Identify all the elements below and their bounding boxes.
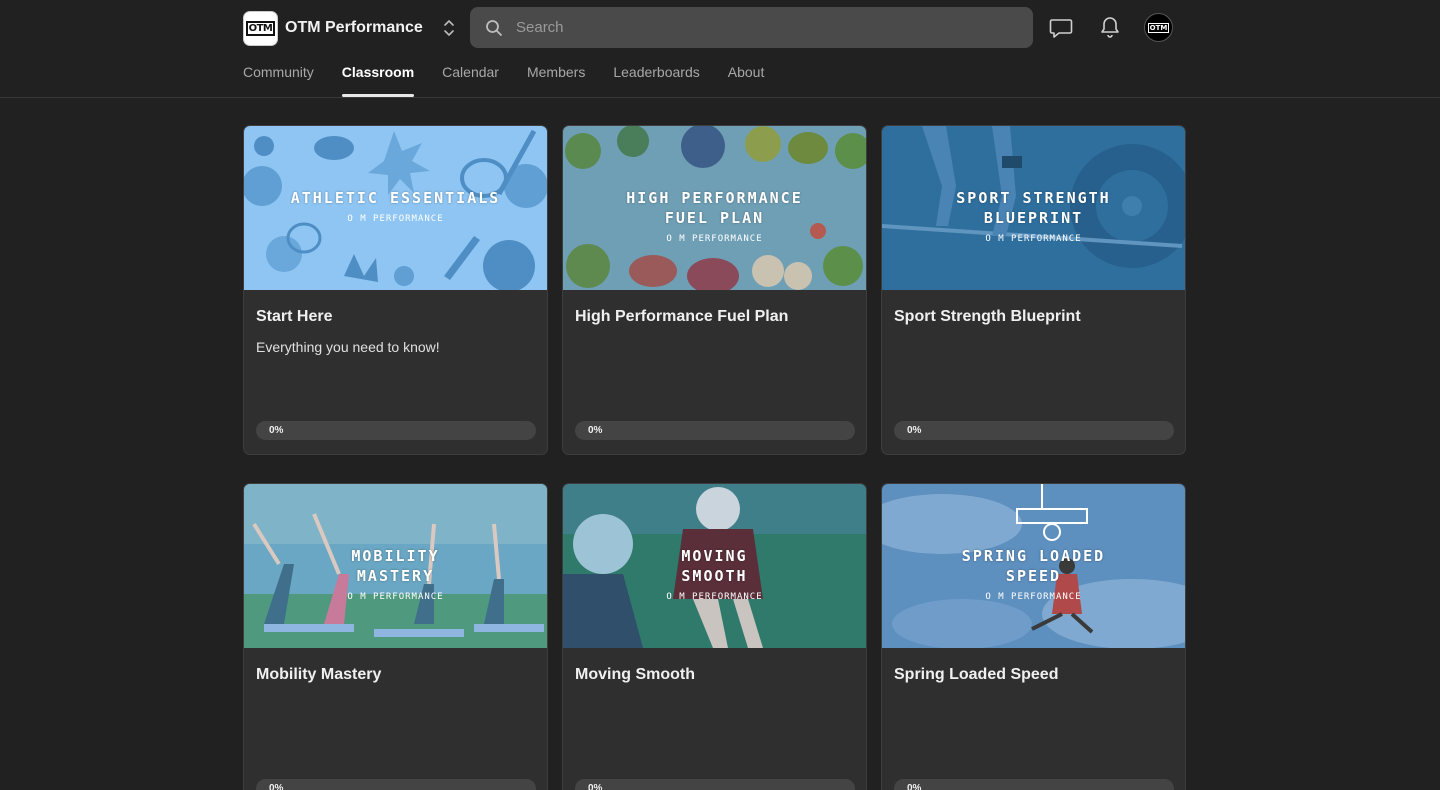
course-cover: Spring Loaded Speed O M Performance (882, 484, 1185, 648)
cover-title: Spring Loaded Speed (961, 547, 1106, 585)
course-description: Everything you need to know! (256, 339, 440, 355)
top-header: OTM OTM Performance OTM Community Classr… (0, 0, 1440, 98)
tab-about[interactable]: About (728, 62, 765, 98)
cover-title: High Performance Fuel Plan (626, 189, 803, 227)
course-title[interactable]: Spring Loaded Speed (894, 666, 1058, 684)
cover-text: Sport Strength Blueprint O M Performance (882, 188, 1185, 244)
cover-text: Spring Loaded Speed O M Performance (882, 546, 1185, 602)
cover-text: High Performance Fuel Plan O M Performan… (563, 188, 866, 244)
course-cover: Sport Strength Blueprint O M Performance (882, 126, 1185, 290)
tab-calendar[interactable]: Calendar (442, 62, 499, 98)
bell-icon[interactable] (1097, 14, 1123, 40)
progress-label: 0% (588, 425, 603, 436)
cover-title: Athletic Essentials (290, 189, 501, 207)
course-cover: Moving Smooth O M Performance (563, 484, 866, 648)
cover-subtitle: O M Performance (666, 234, 763, 244)
course-title[interactable]: Start Here (256, 308, 332, 326)
course-cover: Athletic Essentials O M Performance (244, 126, 547, 290)
cover-title: Moving Smooth (681, 547, 748, 585)
course-card[interactable]: Moving Smooth O M Performance Moving Smo… (562, 483, 867, 790)
search-icon (486, 19, 502, 36)
progress-bar: 0% (894, 779, 1174, 790)
course-card[interactable]: Athletic Essentials O M Performance Star… (243, 125, 548, 455)
community-name[interactable]: OTM Performance (285, 19, 423, 37)
course-title[interactable]: High Performance Fuel Plan (575, 308, 788, 326)
tab-classroom[interactable]: Classroom (341, 62, 415, 98)
progress-bar: 0% (256, 421, 536, 440)
progress-bar: 0% (894, 421, 1174, 440)
cover-subtitle: O M Performance (985, 592, 1082, 602)
progress-label: 0% (269, 783, 284, 790)
course-grid: Athletic Essentials O M Performance Star… (243, 125, 1186, 790)
course-cover: Mobility Mastery O M Performance (244, 484, 547, 648)
course-title[interactable]: Sport Strength Blueprint (894, 308, 1081, 326)
cover-text: Mobility Mastery O M Performance (244, 546, 547, 602)
course-title[interactable]: Mobility Mastery (256, 666, 381, 684)
search-input[interactable] (516, 19, 996, 36)
cover-text: Athletic Essentials O M Performance (244, 188, 547, 224)
logo-text: OTM (245, 20, 276, 36)
progress-label: 0% (907, 425, 922, 436)
course-card[interactable]: Sport Strength Blueprint O M Performance… (881, 125, 1186, 455)
progress-label: 0% (269, 425, 284, 436)
search-bar[interactable] (470, 7, 1033, 48)
progress-label: 0% (588, 783, 603, 790)
tab-community[interactable]: Community (243, 62, 314, 98)
tab-members[interactable]: Members (527, 62, 585, 98)
progress-bar: 0% (575, 779, 855, 790)
cover-text: Moving Smooth O M Performance (563, 546, 866, 602)
course-card[interactable]: Spring Loaded Speed O M Performance Spri… (881, 483, 1186, 790)
cover-subtitle: O M Performance (347, 214, 444, 224)
main-nav: Community Classroom Calendar Members Lea… (243, 62, 792, 98)
cover-subtitle: O M Performance (347, 592, 444, 602)
progress-bar: 0% (256, 779, 536, 790)
course-card[interactable]: Mobility Mastery O M Performance Mobilit… (243, 483, 548, 790)
progress-label: 0% (907, 783, 922, 790)
course-title[interactable]: Moving Smooth (575, 666, 695, 684)
course-card[interactable]: High Performance Fuel Plan O M Performan… (562, 125, 867, 455)
course-cover: High Performance Fuel Plan O M Performan… (563, 126, 866, 290)
avatar-text: OTM (1147, 22, 1170, 33)
cover-title: Sport Strength Blueprint (956, 189, 1111, 227)
community-logo[interactable]: OTM (243, 10, 278, 46)
cover-subtitle: O M Performance (985, 234, 1082, 244)
chat-icon[interactable] (1048, 14, 1074, 40)
cover-subtitle: O M Performance (666, 592, 763, 602)
cover-title: Mobility Mastery (351, 547, 440, 585)
chevron-up-down-icon[interactable] (441, 18, 457, 38)
user-avatar[interactable]: OTM (1144, 13, 1173, 42)
brand[interactable]: OTM OTM Performance (243, 10, 457, 46)
progress-bar: 0% (575, 421, 855, 440)
tab-leaderboards[interactable]: Leaderboards (613, 62, 699, 98)
